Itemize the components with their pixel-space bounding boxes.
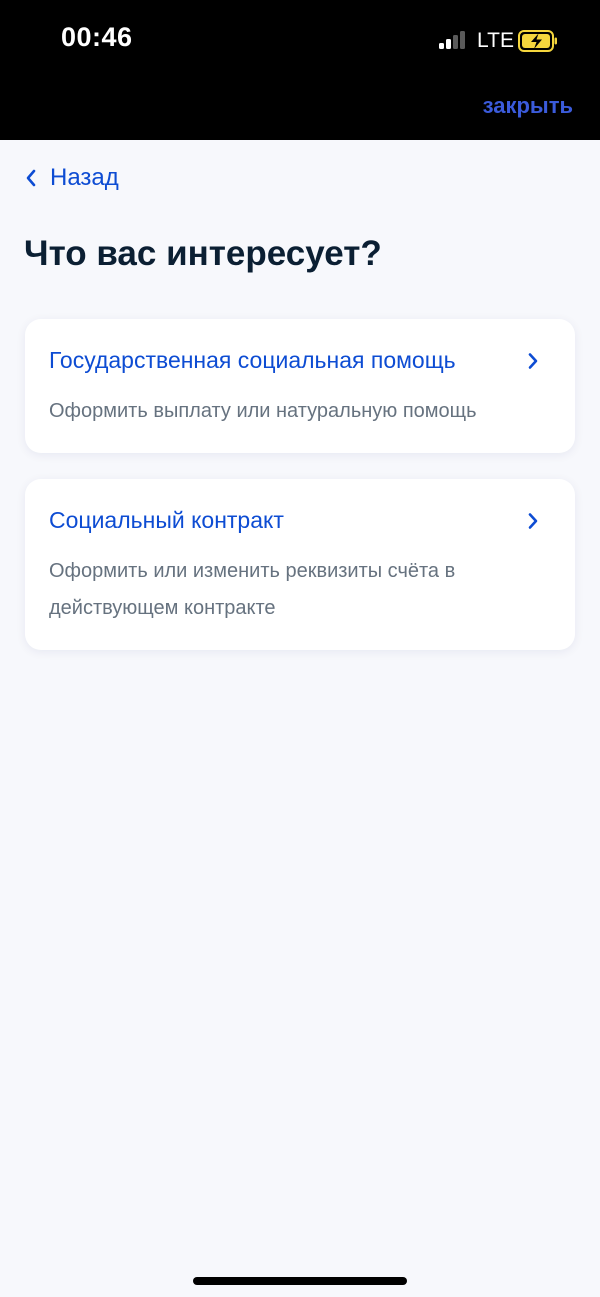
chevron-right-icon	[528, 353, 538, 369]
option-title: Социальный контракт	[49, 507, 284, 533]
option-description: Оформить выплату или натуральную помощь	[49, 400, 477, 422]
status-time: 00:46	[61, 22, 133, 52]
back-label: Назад	[50, 164, 119, 191]
signal-icon	[439, 31, 467, 49]
chevron-right-icon	[528, 513, 538, 529]
chevron-left-icon	[26, 169, 36, 187]
network-type: LTE	[477, 29, 514, 52]
option-title: Государственная социальная помощь	[49, 347, 456, 373]
option-description: Оформить или изменить реквизиты счёта в …	[49, 560, 456, 619]
back-button[interactable]: Назад	[24, 160, 119, 196]
battery-charging-icon	[518, 30, 557, 52]
home-indicator[interactable]	[193, 1277, 407, 1285]
page-title: Что вас интересует?	[24, 234, 382, 273]
option-card-state-social-aid[interactable]: Государственная социальная помощь Оформи…	[25, 319, 575, 453]
close-button[interactable]: закрыть	[483, 93, 573, 119]
option-card-social-contract[interactable]: Социальный контракт Оформить или изменит…	[25, 479, 575, 650]
top-bar: 00:46 LTE закрыть	[0, 0, 600, 140]
